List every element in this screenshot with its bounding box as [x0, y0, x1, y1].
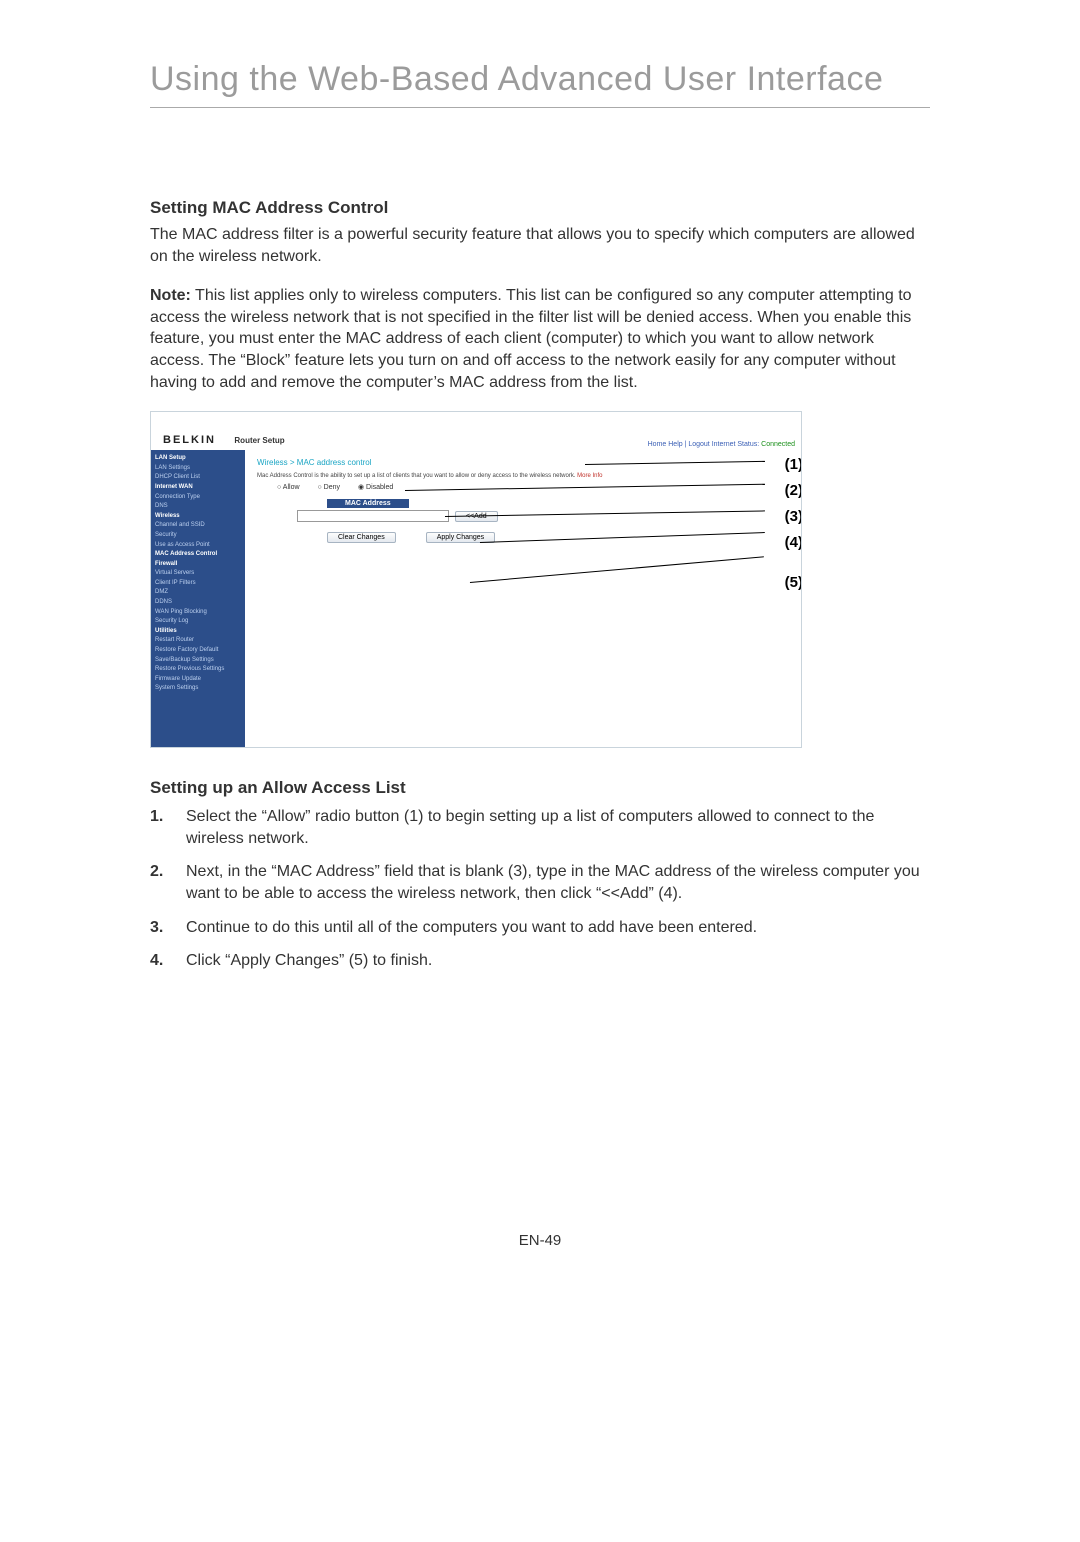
section1-para1: The MAC address filter is a powerful sec…: [150, 224, 930, 267]
callout-5: (5): [785, 574, 802, 591]
step-4: 4. Click “Apply Changes” (5) to finish.: [150, 950, 930, 972]
sidebar-restart[interactable]: Restart Router: [155, 636, 241, 646]
callout-3: (3): [785, 508, 802, 525]
step-4-text: Click “Apply Changes” (5) to finish.: [186, 950, 432, 972]
sidebar-mac-ctrl[interactable]: MAC Address Control: [155, 550, 241, 560]
status-connected: Connected: [761, 441, 795, 448]
brand-label: BELKIN: [163, 434, 216, 446]
ss-description: Mac Address Control is the ability to se…: [257, 473, 789, 479]
top-links[interactable]: Home Help | Logout Internet Status: Conn…: [648, 441, 795, 448]
sidebar-system[interactable]: System Settings: [155, 684, 241, 694]
radio-deny-label: Deny: [324, 484, 340, 491]
sidebar-client-ip[interactable]: Client IP Filters: [155, 579, 241, 589]
setup-label: Router Setup: [234, 436, 284, 445]
sidebar-wan-ping[interactable]: WAN Ping Blocking: [155, 608, 241, 618]
sidebar-firmware[interactable]: Firmware Update: [155, 675, 241, 685]
sidebar-dns[interactable]: DNS: [155, 502, 241, 512]
callout-1: (1): [785, 456, 802, 473]
ss-sidebar: LAN Setup LAN Settings DHCP Client List …: [151, 450, 245, 748]
sidebar-ddns[interactable]: DDNS: [155, 598, 241, 608]
page-footer: EN-49: [150, 1232, 930, 1249]
radio-disabled-label: Disabled: [366, 484, 393, 491]
sidebar-lan-settings[interactable]: LAN Settings: [155, 464, 241, 474]
clear-changes-button[interactable]: Clear Changes: [327, 532, 396, 543]
steps-list: 1. Select the “Allow” radio button (1) t…: [150, 806, 930, 972]
title-rule: [150, 107, 930, 108]
step-1-text: Select the “Allow” radio button (1) to b…: [186, 806, 930, 849]
sidebar-dmz[interactable]: DMZ: [155, 588, 241, 598]
step-1-num: 1.: [150, 806, 186, 849]
step-2: 2. Next, in the “MAC Address” field that…: [150, 861, 930, 904]
sidebar-restore-prev[interactable]: Restore Previous Settings: [155, 665, 241, 675]
sidebar-internet-wan[interactable]: Internet WAN: [155, 483, 241, 493]
section1-para2: Note: This list applies only to wireless…: [150, 285, 930, 393]
step-3: 3. Continue to do this until all of the …: [150, 917, 930, 939]
sidebar-lan-setup[interactable]: LAN Setup: [155, 454, 241, 464]
radio-allow-label: Allow: [283, 484, 300, 491]
sidebar-virtual[interactable]: Virtual Servers: [155, 569, 241, 579]
step-3-num: 3.: [150, 917, 186, 939]
sidebar-wireless[interactable]: Wireless: [155, 512, 241, 522]
toplinks-text[interactable]: Home Help | Logout Internet Status:: [648, 441, 760, 448]
sidebar-sec-log[interactable]: Security Log: [155, 617, 241, 627]
router-screenshot: BELKIN Router Setup Home Help | Logout I…: [150, 411, 802, 748]
step-3-text: Continue to do this until all of the com…: [186, 917, 757, 939]
radio-allow[interactable]: ○ Allow: [277, 484, 308, 491]
sidebar-security[interactable]: Security: [155, 531, 241, 541]
step-1: 1. Select the “Allow” radio button (1) t…: [150, 806, 930, 849]
ss-header: BELKIN Router Setup Home Help | Logout I…: [151, 412, 801, 450]
sidebar-conn-type[interactable]: Connection Type: [155, 493, 241, 503]
step-4-num: 4.: [150, 950, 186, 972]
sidebar-use-ap[interactable]: Use as Access Point: [155, 541, 241, 551]
sidebar-utilities[interactable]: Utilities: [155, 627, 241, 637]
step-2-text: Next, in the “MAC Address” field that is…: [186, 861, 930, 904]
ss-main: Wireless > MAC address control Mac Addre…: [245, 450, 801, 748]
section1-heading: Setting MAC Address Control: [150, 198, 930, 218]
sidebar-restore-def[interactable]: Restore Factory Default: [155, 646, 241, 656]
radio-deny[interactable]: ○ Deny: [317, 484, 348, 491]
note-label: Note:: [150, 287, 191, 304]
callout-2: (2): [785, 482, 802, 499]
note-text: This list applies only to wireless compu…: [150, 287, 912, 390]
leader-5: [470, 556, 764, 584]
step-2-num: 2.: [150, 861, 186, 904]
sidebar-save-backup[interactable]: Save/Backup Settings: [155, 656, 241, 666]
section2-heading: Setting up an Allow Access List: [150, 778, 930, 798]
sidebar-firewall[interactable]: Firewall: [155, 560, 241, 570]
mac-address-header: MAC Address: [327, 499, 409, 508]
page-title: Using the Web-Based Advanced User Interf…: [150, 60, 930, 99]
desc-text: Mac Address Control is the ability to se…: [257, 473, 575, 479]
sidebar-dhcp[interactable]: DHCP Client List: [155, 473, 241, 483]
radio-disabled[interactable]: ◉ Disabled: [358, 484, 401, 491]
more-info-link[interactable]: More Info: [577, 473, 602, 479]
mac-address-input[interactable]: [297, 510, 449, 522]
sidebar-channel[interactable]: Channel and SSID: [155, 521, 241, 531]
callout-4: (4): [785, 534, 802, 551]
